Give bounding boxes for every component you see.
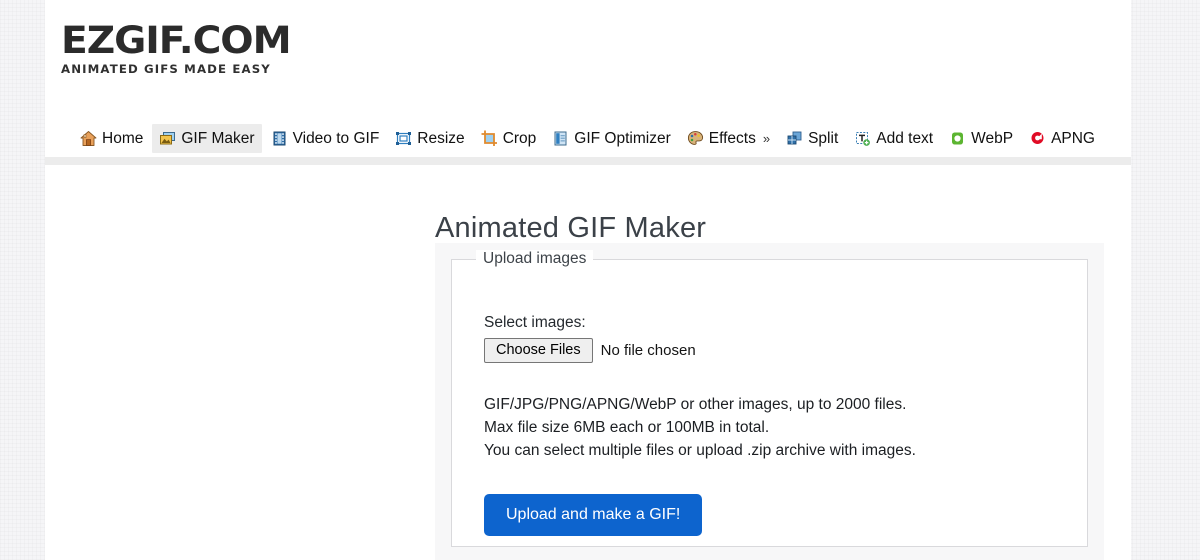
- main-navigation: Home GIF Maker: [45, 120, 1131, 157]
- site-logo[interactable]: EZGIF.COM ANIMATED GIFS MADE EASY: [61, 22, 278, 76]
- chevron-right-icon: »: [763, 131, 770, 146]
- nav-label-gif-maker: GIF Maker: [181, 131, 254, 147]
- resize-frame-icon: [395, 130, 412, 147]
- nav-label-split: Split: [808, 131, 838, 147]
- apng-icon: [1029, 130, 1046, 147]
- nav-item-split[interactable]: Split: [779, 124, 845, 153]
- logo-tagline: ANIMATED GIFS MADE EASY: [61, 62, 282, 76]
- upload-notes: GIF/JPG/PNG/APNG/WebP or other images, u…: [484, 394, 1055, 462]
- choose-files-button[interactable]: Choose Files: [484, 338, 593, 363]
- fieldset-legend: Upload images: [476, 250, 593, 268]
- film-strip-icon: [271, 130, 288, 147]
- nav-label-video-to-gif: Video to GIF: [293, 131, 380, 147]
- file-input-row[interactable]: Choose Files No file chosen: [484, 338, 1055, 363]
- crop-icon: [481, 130, 498, 147]
- nav-item-resize[interactable]: Resize: [388, 124, 471, 153]
- nav-item-crop[interactable]: Crop: [474, 124, 544, 153]
- palette-icon: [687, 130, 704, 147]
- page-title: Animated GIF Maker: [435, 212, 706, 245]
- nav-label-home: Home: [102, 131, 143, 147]
- nav-divider: [45, 157, 1131, 165]
- upload-submit-button[interactable]: Upload and make a GIF!: [484, 494, 702, 536]
- optimizer-icon: [552, 130, 569, 147]
- upload-note-size: Max file size 6MB each or 100MB in total…: [484, 417, 1055, 440]
- upload-note-formats: GIF/JPG/PNG/APNG/WebP or other images, u…: [484, 394, 1055, 417]
- nav-label-resize: Resize: [417, 131, 464, 147]
- select-images-label: Select images:: [484, 314, 1055, 332]
- page-sheet: EZGIF.COM ANIMATED GIFS MADE EASY Home: [45, 0, 1131, 560]
- nav-item-home[interactable]: Home: [73, 124, 150, 153]
- images-icon: [159, 130, 176, 147]
- nav-item-gif-maker[interactable]: GIF Maker: [152, 124, 261, 153]
- upload-fieldset: Upload images Select images: Choose File…: [451, 259, 1088, 547]
- house-icon: [80, 130, 97, 147]
- nav-label-gif-optimizer: GIF Optimizer: [574, 131, 670, 147]
- nav-label-webp: WebP: [971, 131, 1013, 147]
- nav-label-effects: Effects: [709, 131, 756, 147]
- nav-item-video-to-gif[interactable]: Video to GIF: [264, 124, 387, 153]
- split-layers-icon: [786, 130, 803, 147]
- nav-item-apng[interactable]: APNG: [1022, 124, 1102, 153]
- nav-item-gif-optimizer[interactable]: GIF Optimizer: [545, 124, 677, 153]
- nav-item-webp[interactable]: WebP: [942, 124, 1020, 153]
- add-text-icon: [854, 130, 871, 147]
- logo-wordmark: EZGIF.COM: [61, 22, 291, 59]
- nav-item-add-text[interactable]: Add text: [847, 124, 940, 153]
- nav-label-apng: APNG: [1051, 131, 1095, 147]
- webp-icon: [949, 130, 966, 147]
- nav-item-effects[interactable]: Effects »: [680, 124, 777, 153]
- nav-label-crop: Crop: [503, 131, 537, 147]
- nav-label-add-text: Add text: [876, 131, 933, 147]
- file-chosen-status: No file chosen: [601, 342, 696, 359]
- upload-panel: Upload images Select images: Choose File…: [435, 243, 1104, 560]
- upload-note-multiple: You can select multiple files or upload …: [484, 440, 1055, 463]
